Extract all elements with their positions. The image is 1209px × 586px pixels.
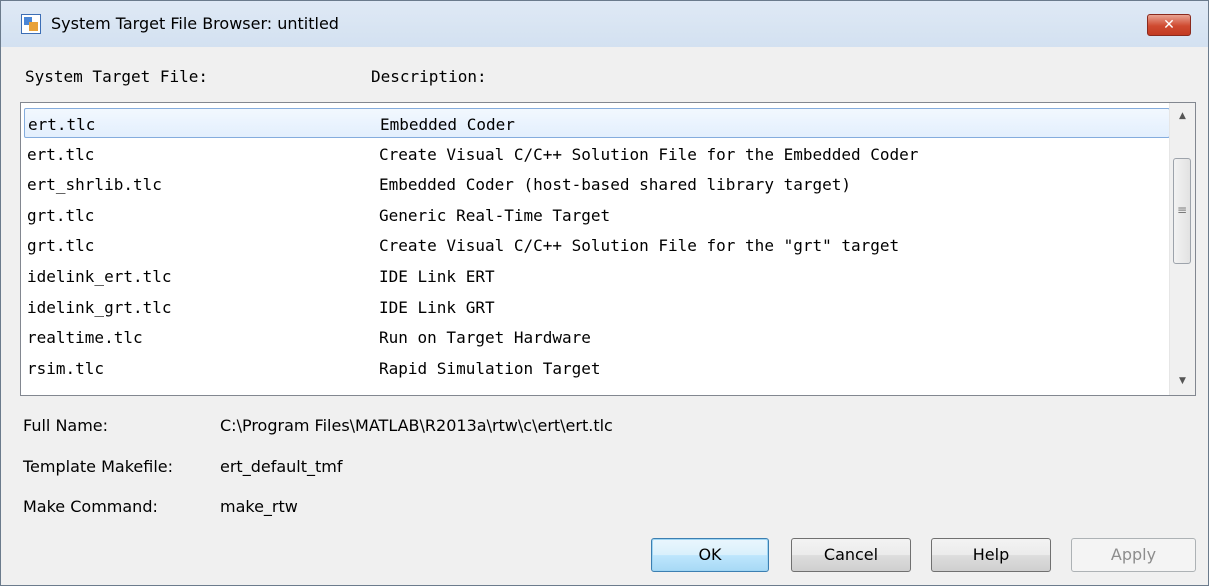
full-name-value: C:\Program Files\MATLAB\R2013a\rtw\c\ert… [220, 416, 613, 435]
close-icon: ✕ [1163, 17, 1175, 33]
scroll-down-icon[interactable]: ▼ [1170, 371, 1195, 391]
target-file-name: ert.tlc [28, 115, 96, 134]
target-file-name: rsim.tlc [27, 358, 105, 378]
target-file-row[interactable]: grt.tlc Generic Real-Time Target [24, 200, 1170, 230]
template-makefile-value: ert_default_tmf [220, 457, 343, 476]
target-file-list[interactable]: ert.tlc Embedded Coder ert.tlc Create Visua… [20, 102, 1196, 396]
title-bar[interactable]: System Target File Browser: untitled ✕ [1, 1, 1208, 47]
target-file-row[interactable]: ert.tlc Embedded Coder [24, 108, 1170, 138]
target-file-name: grt.tlc [27, 205, 95, 225]
column-header-description: Description: [371, 67, 487, 86]
apply-button[interactable]: Apply [1071, 538, 1196, 572]
target-file-name: ert.tlc [27, 144, 95, 164]
target-file-description: Run on Target Hardware [379, 328, 591, 348]
scrollbar-thumb[interactable]: ≡ [1173, 158, 1191, 264]
target-file-row[interactable]: ert.tlc Create Visual C/C++ Solution File… [24, 139, 1170, 169]
target-file-row[interactable]: idelink_grt.tlc IDE Link GRT [24, 292, 1170, 322]
cancel-button[interactable]: Cancel [791, 538, 911, 572]
target-file-name: realtime.tlc [27, 328, 143, 348]
target-file-row[interactable]: idelink_ert.tlc IDE Link ERT [24, 261, 1170, 291]
full-name-label: Full Name: [23, 416, 109, 435]
target-file-description: Rapid Simulation Target [379, 358, 601, 378]
scrollbar-grip-icon: ≡ [1176, 203, 1188, 217]
make-command-value: make_rtw [220, 497, 298, 516]
target-file-name: idelink_grt.tlc [27, 297, 172, 317]
vertical-scrollbar[interactable]: ▲ ≡ ▼ [1169, 103, 1195, 395]
target-file-name: idelink_ert.tlc [27, 267, 172, 286]
close-button[interactable]: ✕ [1147, 14, 1191, 36]
target-file-name: ert_shrlib.tlc [27, 175, 162, 195]
target-file-description: IDE Link ERT [379, 267, 495, 286]
template-makefile-label: Template Makefile: [23, 457, 173, 476]
make-command-label: Make Command: [23, 497, 158, 516]
target-file-description: IDE Link GRT [379, 297, 495, 317]
target-file-row[interactable]: realtime.tlc Run on Target Hardware [24, 322, 1170, 352]
target-file-description: Create Visual C/C++ Solution File for th… [379, 144, 919, 164]
scroll-up-icon[interactable]: ▲ [1170, 106, 1195, 126]
target-file-name: grt.tlc [27, 236, 95, 256]
target-file-row[interactable]: ert_shrlib.tlc Embedded Coder (host-based… [24, 169, 1170, 199]
ok-button[interactable]: OK [651, 538, 769, 572]
target-file-description: Generic Real-Time Target [379, 205, 611, 225]
target-file-description: Embedded Coder (host-based shared librar… [379, 175, 852, 195]
system-target-file-browser-dialog: System Target File Browser: untitled ✕ S… [0, 0, 1209, 586]
target-file-row[interactable]: grt.tlc Create Visual C/C++ Solution File… [24, 230, 1170, 260]
window-title: System Target File Browser: untitled [51, 14, 339, 33]
help-button[interactable]: Help [931, 538, 1051, 572]
column-header-system-target-file: System Target File: [25, 67, 209, 86]
target-file-description: Embedded Coder [380, 115, 515, 134]
simulink-app-icon [21, 14, 41, 34]
target-file-description: Create Visual C/C++ Solution File for th… [379, 236, 900, 256]
target-file-row[interactable]: rsim.tlc Rapid Simulation Target [24, 353, 1170, 383]
